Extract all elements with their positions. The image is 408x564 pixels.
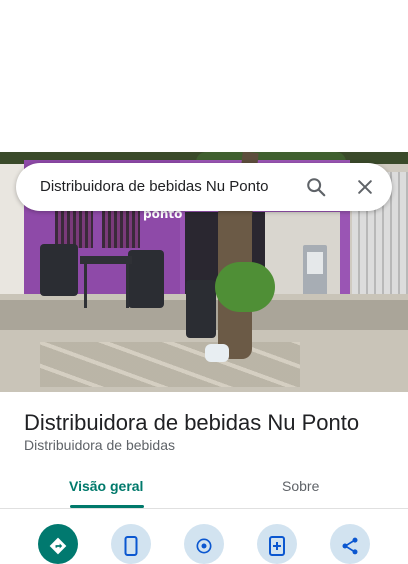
plastic-bag xyxy=(205,344,229,362)
directions-icon xyxy=(48,524,68,561)
plastic-table xyxy=(80,256,132,264)
phone-icon xyxy=(124,524,138,561)
tab-overview[interactable]: Visão geral xyxy=(69,478,143,494)
share-icon xyxy=(340,524,360,561)
action-row xyxy=(0,520,408,564)
search-bar[interactable]: Distribuidora de bebidas Nu Ponto xyxy=(16,163,392,211)
window-grill xyxy=(102,210,140,248)
plastic-chair xyxy=(128,250,164,308)
close-icon[interactable] xyxy=(353,175,377,199)
top-blank-area xyxy=(0,0,408,152)
place-category[interactable]: Distribuidora de bebidas xyxy=(24,437,175,453)
directions-button[interactable] xyxy=(38,524,78,564)
tab-about[interactable]: Sobre xyxy=(282,478,319,494)
share-button[interactable] xyxy=(330,524,370,564)
plastic-chair xyxy=(40,244,78,296)
call-button[interactable] xyxy=(111,524,151,564)
table-leg xyxy=(126,262,129,308)
window-grill xyxy=(55,210,93,248)
tree-leaves xyxy=(215,262,275,312)
tab-bar: Visão geral Sobre xyxy=(0,468,408,509)
plastic-chair xyxy=(186,280,216,338)
active-tab-indicator xyxy=(70,505,144,508)
save-button[interactable] xyxy=(257,524,297,564)
search-icon[interactable] xyxy=(304,175,328,199)
search-query[interactable]: Distribuidora de bebidas Nu Ponto xyxy=(40,178,268,195)
paving-stones xyxy=(40,342,300,387)
save-icon xyxy=(268,524,286,561)
cooler-panel xyxy=(307,252,323,274)
place-title: Distribuidora de bebidas Nu Ponto xyxy=(24,410,360,435)
location-icon xyxy=(194,524,214,561)
table-leg xyxy=(84,262,87,308)
nearby-button[interactable] xyxy=(184,524,224,564)
